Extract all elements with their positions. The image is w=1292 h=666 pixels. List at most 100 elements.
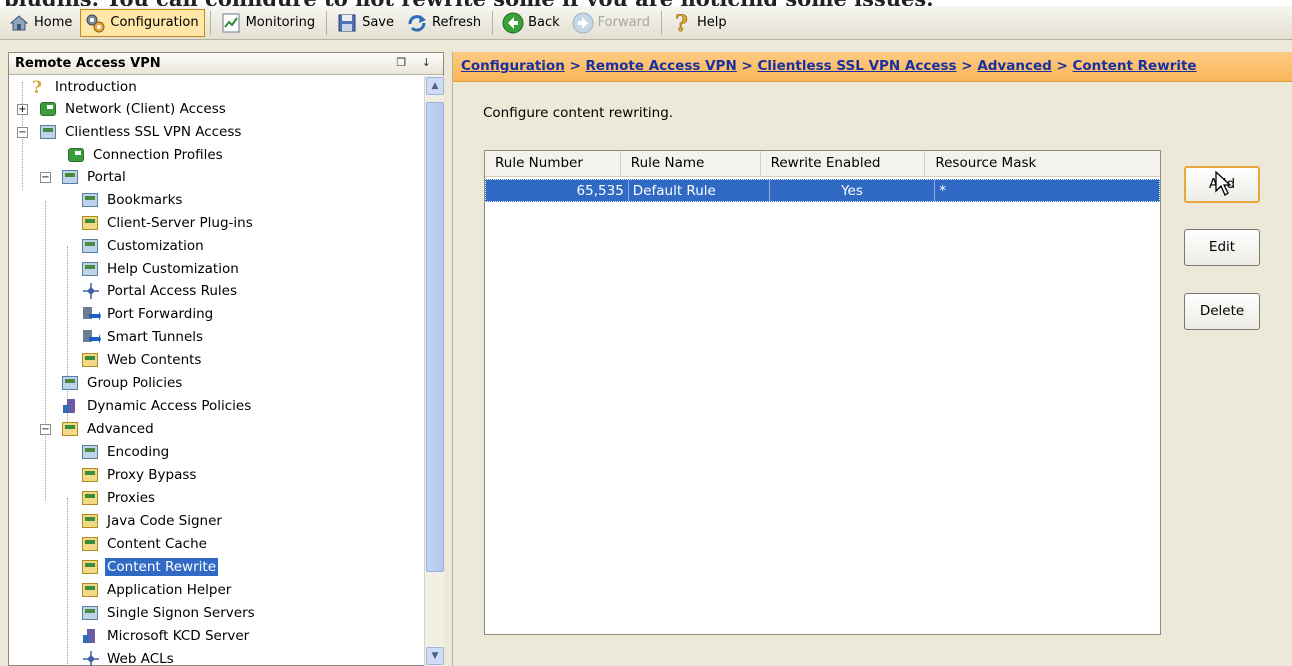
tree-item-encoding[interactable]: Encoding [81,441,171,463]
tree-item-content-rewrite[interactable]: Content Rewrite [81,556,219,578]
edit-button[interactable]: Edit [1184,229,1260,266]
help-question-icon: ? [29,78,49,98]
breadcrumb-remote-access-vpn[interactable]: Remote Access VPN [586,58,737,74]
tree-item-bookmarks[interactable]: Bookmarks [81,189,184,211]
dynamic-access-icon [61,397,81,415]
content-rewrite-table: Rule Number Rule Name Rewrite Enabled Re… [484,150,1161,635]
customization-icon [81,237,101,255]
tree-item-portal[interactable]: Portal [61,166,128,188]
gears-icon [84,12,106,34]
content-cache-icon [81,535,101,553]
navigation-pane: Remote Access VPN ❐ ↓ ? Introduction + N… [8,52,444,666]
column-header-rule-name[interactable]: Rule Name [621,151,761,176]
column-header-resource-mask[interactable]: Resource Mask [925,151,1160,176]
navigation-pane-header: Remote Access VPN ❐ ↓ [9,53,443,75]
tree-item-java-code-signer[interactable]: Java Code Signer [81,510,224,532]
scroll-down-arrow-icon[interactable]: ▼ [426,647,444,665]
tree-item-client-server-plugins[interactable]: Client-Server Plug-ins [81,212,255,234]
back-arrow-icon [502,12,524,34]
svg-text:?: ? [675,12,688,34]
forward-button[interactable]: Forward [568,9,656,37]
pane-pin-controls[interactable]: ❐ ↓ [396,56,437,71]
breadcrumb: Configuration > Remote Access VPN > Clie… [453,52,1292,82]
advanced-icon [61,420,81,438]
tree-collapse-toggle[interactable]: − [17,127,28,138]
tree-item-single-signon-servers[interactable]: Single Signon Servers [81,602,257,624]
breadcrumb-configuration[interactable]: Configuration [461,58,565,74]
breadcrumb-advanced[interactable]: Advanced [977,58,1051,74]
toolbar-separator [660,10,662,35]
tree-item-proxy-bypass[interactable]: Proxy Bypass [81,464,198,486]
port-forwarding-icon [81,305,101,323]
save-button[interactable]: Save [332,9,400,37]
tree-item-group-policies[interactable]: Group Policies [61,372,184,394]
tree-item-application-helper[interactable]: Application Helper [81,579,233,601]
tree-item-web-acls[interactable]: Web ACLs [81,648,176,666]
tree-item-introduction[interactable]: ? Introduction [29,76,139,98]
tree-scrollbar[interactable]: ▲ ▼ [424,76,444,666]
breadcrumb-clientless-ssl-vpn-access[interactable]: Clientless SSL VPN Access [757,58,956,74]
monitoring-button[interactable]: Monitoring [216,9,322,37]
delete-button[interactable]: Delete [1184,293,1260,330]
tree-collapse-toggle[interactable]: − [40,172,51,183]
cell-rule-name: Default Rule [629,180,770,201]
help-button[interactable]: ? Help [667,9,733,37]
scroll-thumb[interactable] [426,102,444,572]
tree-item-port-forwarding[interactable]: Port Forwarding [81,303,215,325]
floppy-disk-icon [336,12,358,34]
column-header-rule-number[interactable]: Rule Number [485,151,621,176]
monitoring-icon [220,12,242,34]
tree-collapse-toggle[interactable]: − [40,424,51,435]
tree-item-web-contents[interactable]: Web Contents [81,349,203,371]
configuration-button[interactable]: Configuration [80,8,205,37]
tree-expand-toggle[interactable]: + [17,104,28,115]
tree-connector [45,201,46,501]
tree-connector [67,498,68,666]
toolbar-separator [209,10,211,35]
mouse-cursor-icon [1215,171,1232,196]
cell-rewrite-enabled: Yes [770,180,936,201]
home-icon [8,12,30,34]
tree-item-dynamic-access-policies[interactable]: Dynamic Access Policies [61,395,253,417]
cell-rule-number: 65,535 [486,180,629,201]
proxies-icon [81,489,101,507]
java-code-signer-icon [81,512,101,530]
help-customization-icon [81,260,101,278]
add-button[interactable]: Add [1184,166,1260,203]
network-access-icon [39,100,59,118]
plugin-icon [81,214,101,232]
tree-item-network-client-access[interactable]: Network (Client) Access [39,98,228,120]
application-helper-icon [81,581,101,599]
tree-item-microsoft-kcd-server[interactable]: Microsoft KCD Server [81,625,251,647]
web-acl-icon [81,650,101,666]
back-button[interactable]: Back [498,9,566,37]
bookmarks-icon [81,191,101,209]
connection-profile-icon [67,146,87,164]
tree-item-portal-access-rules[interactable]: Portal Access Rules [81,280,239,302]
refresh-button[interactable]: Refresh [402,9,487,37]
tree-item-help-customization[interactable]: Help Customization [81,258,241,280]
table-row[interactable]: 65,535 Default Rule Yes * [485,179,1160,202]
scroll-up-arrow-icon[interactable]: ▲ [426,77,444,95]
cell-resource-mask: * [939,183,947,199]
tree-item-proxies[interactable]: Proxies [81,487,157,509]
content-rewrite-icon [81,558,101,576]
kcd-server-icon [81,627,101,645]
content-pane: Configuration > Remote Access VPN > Clie… [452,52,1292,666]
tree-item-customization[interactable]: Customization [81,235,206,257]
tree-item-content-cache[interactable]: Content Cache [81,533,209,555]
column-header-rewrite-enabled[interactable]: Rewrite Enabled [761,151,926,176]
tree-item-advanced[interactable]: Advanced [61,418,156,440]
tree-item-clientless-ssl-vpn-access[interactable]: Clientless SSL VPN Access [39,121,243,143]
table-header: Rule Number Rule Name Rewrite Enabled Re… [485,151,1160,177]
navigation-tree: ? Introduction + Network (Client) Access… [9,76,423,666]
access-rules-icon [81,282,101,300]
smart-tunnel-icon [81,328,101,346]
toolbar-separator [492,10,494,35]
portal-icon [61,168,81,186]
tree-item-connection-profiles[interactable]: Connection Profiles [67,144,225,166]
web-contents-icon [81,351,101,369]
navigation-pane-title: Remote Access VPN [15,56,161,71]
tree-item-smart-tunnels[interactable]: Smart Tunnels [81,326,205,348]
home-button[interactable]: Home [4,9,78,37]
